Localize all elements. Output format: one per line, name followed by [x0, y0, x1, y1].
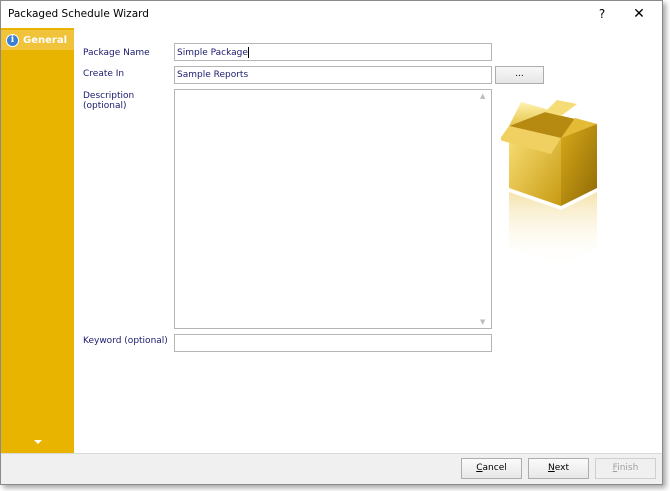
- description-optional-label: (optional): [83, 101, 127, 111]
- sidebar-item-label: General: [23, 34, 67, 46]
- package-name-input[interactable]: Simple Package: [174, 43, 492, 61]
- next-label: ext: [554, 463, 569, 473]
- text-caret: [247, 47, 249, 58]
- browse-button[interactable]: ...: [495, 66, 544, 84]
- wizard-footer: Cancel Next Finish: [1, 453, 662, 484]
- keyword-input[interactable]: [174, 334, 492, 352]
- cancel-button[interactable]: Cancel: [461, 458, 522, 479]
- scroll-down-icon[interactable]: ▼: [480, 318, 485, 326]
- description-label: Description: [83, 91, 135, 101]
- info-icon: i: [6, 33, 19, 47]
- title-bar: Packaged Schedule Wizard ? ✕: [1, 1, 662, 28]
- sidebar-item-general[interactable]: i General: [1, 30, 74, 50]
- chevron-down-icon[interactable]: [34, 440, 42, 444]
- description-scrollbar[interactable]: ▲ ▼: [477, 90, 491, 328]
- description-textarea[interactable]: ▲ ▼: [174, 89, 492, 329]
- finish-label: inish: [617, 463, 639, 473]
- create-in-label: Create In: [83, 69, 125, 79]
- window-title: Packaged Schedule Wizard: [8, 8, 149, 20]
- wizard-window: Packaged Schedule Wizard ? ✕ i General P…: [0, 0, 663, 485]
- next-button[interactable]: Next: [528, 458, 589, 479]
- create-in-input[interactable]: Sample Reports: [174, 66, 492, 84]
- keyword-label: Keyword (optional): [83, 336, 168, 346]
- cancel-label: ancel: [482, 463, 507, 473]
- help-button[interactable]: ?: [590, 4, 614, 24]
- wizard-sidebar: i General: [1, 28, 74, 453]
- package-name-value: Simple Package: [177, 48, 248, 58]
- package-name-label: Package Name: [83, 48, 150, 58]
- close-button[interactable]: ✕: [627, 4, 651, 24]
- scroll-up-icon[interactable]: ▲: [480, 92, 485, 100]
- package-box-icon: [501, 100, 597, 268]
- next-accelerator: N: [548, 463, 555, 473]
- finish-button[interactable]: Finish: [595, 458, 656, 479]
